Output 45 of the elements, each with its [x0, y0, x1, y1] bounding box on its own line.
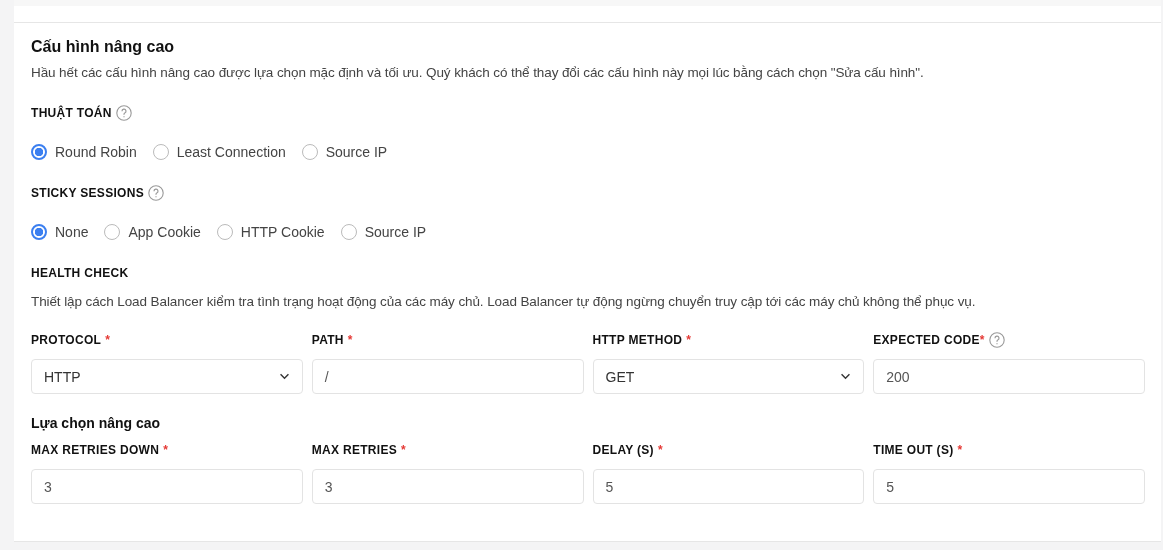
select-field[interactable]: GET [592, 359, 865, 394]
input-field[interactable]: 5 [873, 469, 1145, 504]
input-field[interactable]: 5 [592, 469, 865, 504]
radio-label[interactable]: Source IP [364, 224, 427, 240]
field-label: PATH [311, 333, 344, 347]
help-icon[interactable] [115, 105, 132, 121]
field-label: DELAY (S) [592, 443, 654, 457]
section-title: Cấu hình nâng cao [31, 38, 176, 56]
health-check-description: Thiết lập cách Load Balancer kiểm tra tình trạng hoạt động của các máy chủ. Load Balancer tự động ngừng chuyển truy cập tới các máy chủ không thể phục vụ. [31, 294, 977, 309]
radio-label[interactable]: HTTP Cookie [240, 224, 325, 240]
radio-label[interactable]: App Cookie [128, 224, 201, 240]
field-label: MAX RETRIES [311, 443, 398, 457]
subsection-title: Lựa chọn nâng cao [31, 415, 162, 431]
required-mark: * [347, 333, 353, 347]
required-mark: * [401, 443, 406, 457]
field-label: TIME OUT (S) [873, 443, 954, 457]
input-field[interactable]: 3 [31, 469, 303, 504]
field-label: EXPECTED CODE [873, 333, 980, 347]
section-description: Hầu hết các cấu hình nâng cao được lựa chọn mặc định và tối ưu. Quý khách có thể thay đổi các cấu hình này mọi lúc bằng cách chọn "Sửa cấu hình". [31, 65, 925, 80]
field-label: PROTOCOL [31, 333, 102, 347]
radio-label[interactable]: Round Robin [55, 144, 137, 160]
required-mark: * [979, 333, 985, 347]
group-label: STICKY SESSIONS [31, 186, 144, 200]
required-mark: * [105, 333, 110, 347]
required-mark: * [163, 443, 168, 457]
required-mark: * [657, 443, 663, 457]
help-icon[interactable] [988, 332, 1005, 348]
radio-button[interactable] [31, 224, 47, 240]
radio-label[interactable]: Least Connection [176, 144, 286, 160]
radio-button[interactable] [31, 144, 47, 160]
radio-label[interactable]: Source IP [325, 144, 388, 160]
chevron-down-icon [278, 373, 290, 380]
field-label: HTTP METHOD [592, 333, 683, 347]
select-field[interactable]: HTTP [31, 359, 303, 394]
group-label: HEALTH CHECK [31, 266, 130, 280]
radio-label[interactable]: None [55, 224, 89, 240]
required-mark: * [686, 333, 691, 347]
help-icon[interactable] [148, 185, 164, 201]
field-label: MAX RETRIES DOWN [31, 443, 160, 457]
input-field[interactable]: / [311, 359, 584, 394]
group-label: THUẬT TOÁN [31, 106, 112, 120]
required-mark: * [957, 443, 963, 457]
chevron-down-icon [840, 373, 852, 380]
input-field[interactable]: 200 [873, 359, 1145, 394]
input-field[interactable]: 3 [311, 469, 584, 504]
